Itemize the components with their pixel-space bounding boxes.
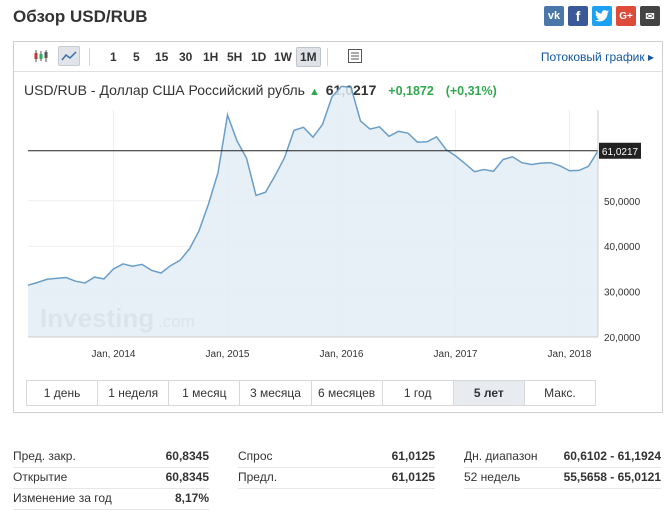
range-1-month[interactable]: 1 месяц [169,381,241,405]
y-tick-label: 20,0000 [604,333,641,344]
page-title: Обзор USD/RUB [13,7,148,26]
range-1-year[interactable]: 1 год [382,381,454,405]
stats-column-3: Дн. диапазон 60,6102 - 61,1924 52 недель 5… [464,447,661,489]
range-1-week[interactable]: 1 неделя [98,381,170,405]
stat-row: Спрос 61,0125 [238,447,435,468]
stat-row: Дн. диапазон 60,6102 - 61,1924 [464,447,661,468]
y-tick-label: 30,0000 [604,288,641,299]
x-tick-label: Jan, 2017 [434,349,478,360]
stat-label: Открытие [13,470,68,484]
share-bar: vk f G+ ✉ [544,6,660,26]
range-6-months[interactable]: 6 месяцев [311,381,383,405]
stat-label: Спрос [238,449,273,463]
current-price-label: 61,0217 [602,147,639,158]
twitter-icon[interactable] [592,6,612,26]
price-chart[interactable]: Investing.com61,021720,000030,000040,000… [14,42,664,377]
stat-row: Изменение за год 8,17% [13,489,209,510]
vk-icon[interactable]: vk [544,6,564,26]
range-1-day[interactable]: 1 день [27,381,99,405]
x-tick-label: Jan, 2018 [548,349,592,360]
facebook-icon[interactable]: f [568,6,588,26]
x-tick-label: Jan, 2014 [92,349,136,360]
x-tick-label: Jan, 2015 [206,349,250,360]
stat-label: 52 недель [464,470,521,484]
y-tick-label: 40,0000 [604,242,641,253]
range-selector: 1 день 1 неделя 1 месяц 3 месяца 6 месяц… [26,380,596,406]
stat-value: 55,5658 - 65,0121 [563,470,661,484]
stat-label: Дн. диапазон [464,449,538,463]
stat-row: Пред. закр. 60,8345 [13,447,209,468]
y-tick-label: 50,0000 [604,197,641,208]
stat-label: Изменение за год [13,491,112,505]
stat-value: 8,17% [174,491,209,505]
stat-value: 61,0125 [391,449,435,463]
email-icon[interactable]: ✉ [640,6,660,26]
x-tick-label: Jan, 2016 [320,349,364,360]
chart-widget: 1 5 15 30 1H 5H 1D 1W 1M Потоковый графи… [13,41,663,413]
stat-row: Предл. 61,0125 [238,468,435,489]
google-plus-icon[interactable]: G+ [616,6,636,26]
stat-value: 60,8345 [165,470,209,484]
stats-column-2: Спрос 61,0125 Предл. 61,0125 [238,447,435,489]
stat-row: Открытие 60,8345 [13,468,209,489]
stat-value: 60,6102 - 61,1924 [563,449,661,463]
stat-row: 52 недель 55,5658 - 65,0121 [464,468,661,489]
stat-value: 60,8345 [165,449,209,463]
stat-value: 61,0125 [391,470,435,484]
range-max[interactable]: Макс. [524,381,595,405]
range-3-months[interactable]: 3 месяца [240,381,312,405]
stat-label: Пред. закр. [13,449,76,463]
range-5-years[interactable]: 5 лет [453,381,525,405]
stat-label: Предл. [238,470,278,484]
stats-column-1: Пред. закр. 60,8345 Открытие 60,8345 Измен… [13,447,209,510]
